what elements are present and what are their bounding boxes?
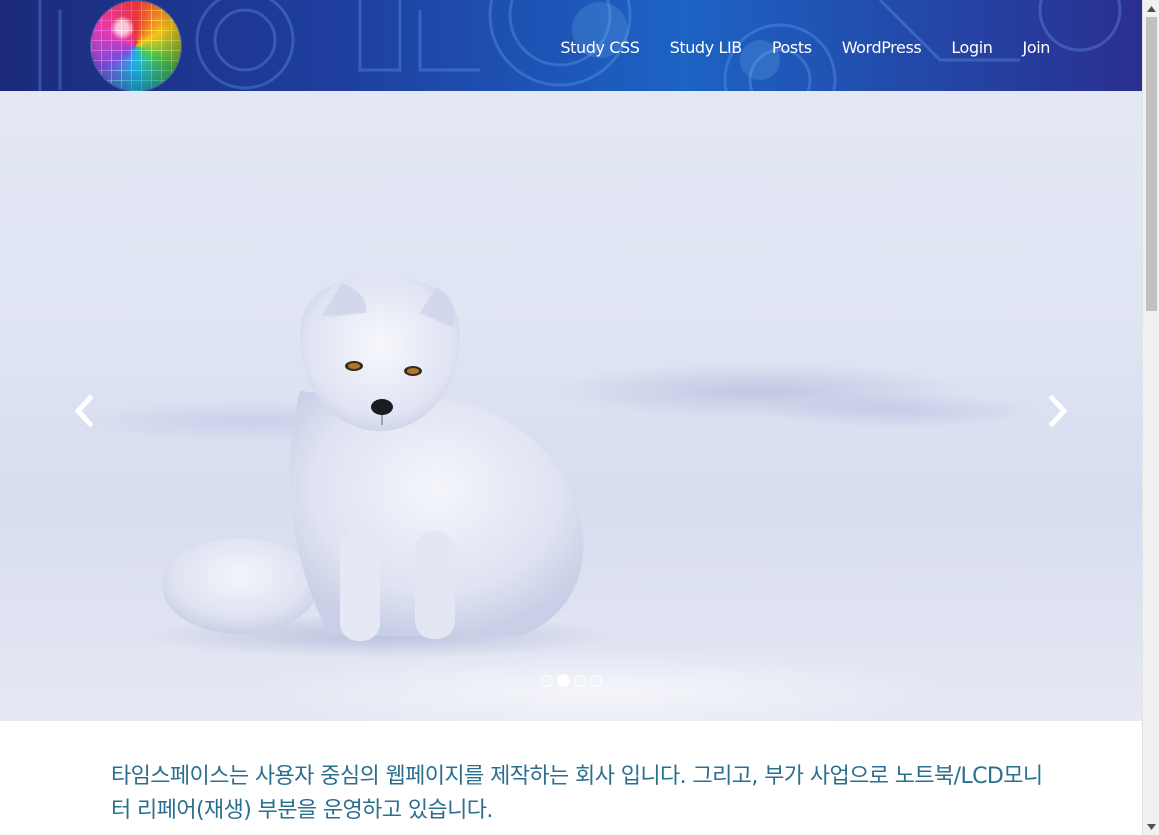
- logo-shade: [91, 1, 181, 91]
- slider-indicators: [541, 674, 602, 687]
- nav-study-css[interactable]: Study CSS: [560, 37, 640, 59]
- slider-dot-3[interactable]: [574, 674, 586, 687]
- intro-text: 타임스페이스는 사용자 중심의 웹페이지를 제작하는 회사 입니다. 그리고, …: [111, 764, 1043, 823]
- slider-dot-1[interactable]: [541, 674, 553, 687]
- nav-join[interactable]: Join: [1023, 37, 1051, 59]
- slider-dot-2[interactable]: [557, 674, 570, 687]
- slider-next-button[interactable]: [1038, 391, 1078, 431]
- page: Study CSS Study LIB Posts WordPress Logi…: [0, 0, 1142, 835]
- main-nav: Study CSS Study LIB Posts WordPress Logi…: [530, 37, 1050, 59]
- chevron-right-icon: [1048, 395, 1068, 427]
- scroll-down-arrow-icon[interactable]: [1143, 818, 1159, 835]
- arctic-fox-image: [140, 276, 620, 658]
- site-header: Study CSS Study LIB Posts WordPress Logi…: [0, 0, 1142, 91]
- slider-prev-button[interactable]: [64, 391, 104, 431]
- scrollbar-thumb[interactable]: [1146, 17, 1157, 311]
- image-slider: [0, 91, 1142, 721]
- nav-login[interactable]: Login: [951, 37, 993, 59]
- site-logo[interactable]: [91, 1, 181, 91]
- nav-posts[interactable]: Posts: [772, 37, 812, 59]
- slider-dot-4[interactable]: [590, 674, 602, 687]
- nav-wordpress[interactable]: WordPress: [842, 37, 922, 59]
- chevron-left-icon: [74, 395, 94, 427]
- vertical-scrollbar[interactable]: [1142, 0, 1159, 835]
- nav-study-lib[interactable]: Study LIB: [670, 37, 743, 59]
- scroll-up-arrow-icon[interactable]: [1143, 0, 1159, 17]
